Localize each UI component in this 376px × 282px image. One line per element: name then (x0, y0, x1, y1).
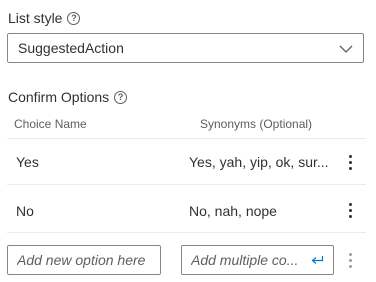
synonyms-cell[interactable]: Yes, yah, yip, ok, sur... (189, 154, 329, 170)
choice-name-cell[interactable]: Yes (16, 154, 39, 170)
new-option-input[interactable]: Add new option here (7, 245, 161, 275)
divider (7, 232, 366, 233)
more-vertical-icon[interactable] (342, 200, 358, 220)
list-style-label: List style ? (8, 10, 81, 26)
list-style-selected-value: SuggestedAction (18, 40, 124, 56)
confirm-options-label-text: Confirm Options (8, 89, 110, 105)
chevron-down-icon (339, 40, 353, 56)
divider (7, 138, 366, 139)
more-vertical-icon (342, 250, 358, 270)
new-option-placeholder: Add new option here (17, 252, 146, 268)
enter-return-icon[interactable] (311, 255, 324, 265)
info-icon[interactable]: ? (67, 11, 81, 25)
multiple-synonyms-input[interactable]: Add multiple co... (181, 245, 334, 275)
column-header-choice-name: Choice Name (14, 117, 87, 131)
column-header-synonyms: Synonyms (Optional) (200, 117, 313, 131)
divider (7, 184, 366, 185)
more-vertical-icon[interactable] (342, 152, 358, 172)
multiple-synonyms-placeholder: Add multiple co... (191, 252, 299, 268)
synonyms-cell[interactable]: No, nah, nope (189, 203, 277, 219)
list-style-label-text: List style (8, 10, 63, 26)
list-style-dropdown[interactable]: SuggestedAction (7, 33, 364, 63)
choice-name-cell[interactable]: No (16, 203, 34, 219)
info-icon[interactable]: ? (114, 90, 128, 104)
confirm-options-label: Confirm Options ? (8, 89, 128, 105)
